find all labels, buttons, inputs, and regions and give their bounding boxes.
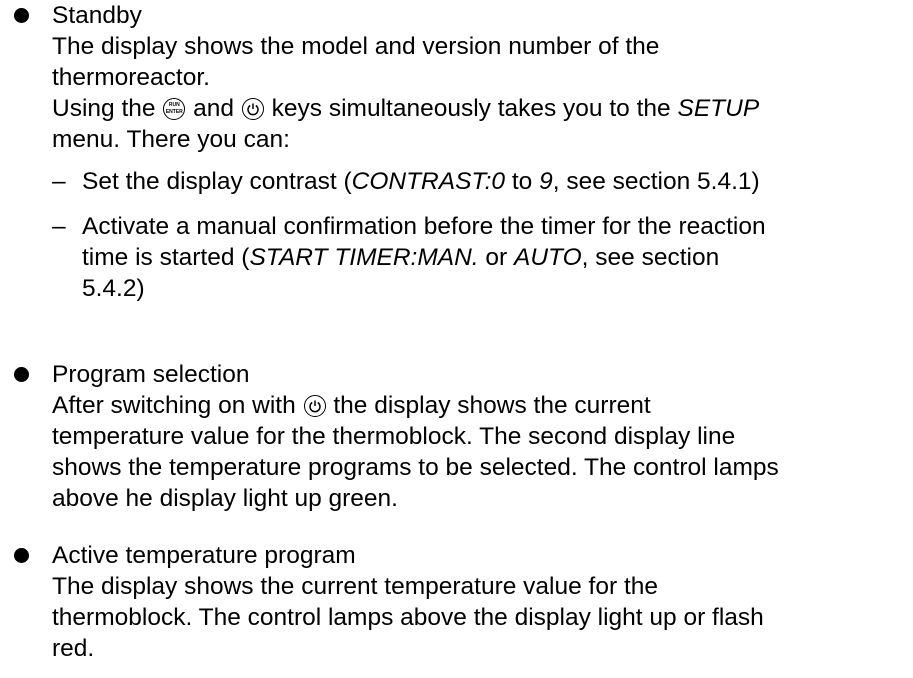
dash-marker: – — [52, 213, 66, 240]
paragraph-line: above he display light up green. — [52, 485, 398, 512]
auto-setting: AUTO — [514, 244, 582, 271]
bullet-dot-icon — [14, 8, 29, 23]
text-fragment: or — [478, 244, 515, 271]
setup-menu-name: SETUP — [677, 95, 760, 122]
text-fragment: keys simultaneously takes you to the — [271, 95, 671, 122]
power-key-icon — [303, 395, 326, 417]
paragraph-line: 5.4.2) — [82, 275, 145, 302]
bullet-title: Program selection — [52, 361, 250, 388]
power-key-icon — [241, 98, 264, 120]
text-fragment: Using the — [52, 95, 156, 122]
text-fragment: , see section — [581, 244, 720, 271]
paragraph-line: temperature value for the thermoblock. T… — [52, 423, 736, 450]
bullet-title: Active temperature program — [52, 542, 356, 569]
paragraph-line: Using the RUN ENTER and keys simultaneou… — [52, 93, 913, 124]
paragraph-line: menu. There you can: — [52, 126, 290, 153]
sub-item-contrast: – Set the display contrast (CONTRAST:0 t… — [52, 166, 913, 197]
key-label: RUN — [168, 102, 180, 108]
paragraph-line: thermoreactor. — [52, 64, 210, 91]
text-fragment: to — [505, 168, 540, 195]
contrast-setting: CONTRAST:0 — [351, 168, 506, 195]
paragraph-line: thermoblock. The control lamps above the… — [52, 604, 764, 631]
paragraph-line: The display shows the current temperatur… — [52, 573, 659, 600]
paragraph-line: After switching on with the display show… — [52, 390, 913, 421]
paragraph-line: shows the temperature programs to be sel… — [52, 454, 779, 481]
text-fragment: , see section 5.4.1) — [552, 168, 760, 195]
paragraph-line: The display shows the model and version … — [52, 33, 660, 60]
bullet-standby-body: Standby The display shows the model and … — [52, 0, 913, 304]
text-fragment: the display shows the current — [333, 392, 651, 419]
run-enter-key-icon: RUN ENTER — [163, 98, 186, 120]
contrast-max: 9 — [539, 168, 553, 195]
start-timer-setting: START TIMER:MAN. — [249, 244, 479, 271]
dash-marker: – — [52, 168, 66, 195]
key-label: ENTER — [165, 109, 183, 115]
text-fragment: Set the display contrast ( — [82, 168, 352, 195]
text-fragment: time is started ( — [82, 244, 250, 271]
paragraph-line: Set the display contrast (CONTRAST:0 to … — [82, 166, 913, 197]
paragraph-line: time is started (START TIMER:MAN. or AUT… — [82, 242, 913, 273]
bullet-program-selection-body: Program selection After switching on wit… — [52, 359, 913, 514]
bullet-title: Standby — [52, 2, 142, 29]
bullet-active-temperature-program-body: Active temperature program The display s… — [52, 540, 913, 664]
manual-page: Standby The display shows the model and … — [0, 0, 913, 678]
bullet-dot-icon — [14, 548, 29, 563]
bullet-dot-icon — [14, 367, 29, 382]
text-fragment: After switching on with — [52, 392, 296, 419]
text-fragment: and — [193, 95, 235, 122]
paragraph-line: red. — [52, 635, 95, 662]
sub-item-start-timer: – Activate a manual confirmation before … — [52, 211, 913, 304]
paragraph-line: Activate a manual confirmation before th… — [82, 213, 766, 240]
